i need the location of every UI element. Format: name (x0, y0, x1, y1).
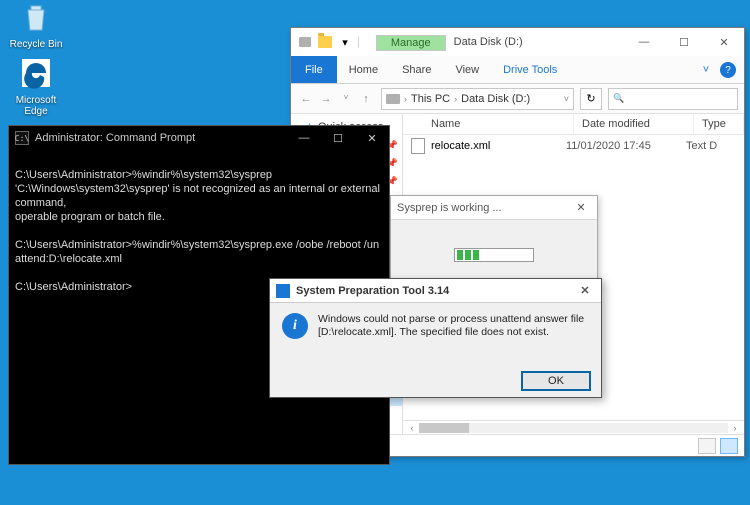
cmd-title-text: Administrator: Command Prompt (35, 132, 287, 144)
column-headers[interactable]: Name Date modified Type (403, 114, 744, 135)
sysprep-titlebar[interactable]: Sysprep is working ... ✕ (391, 196, 597, 220)
recycle-bin-label: Recycle Bin (10, 39, 63, 50)
manage-label[interactable]: Manage (377, 36, 445, 50)
sysprep-title: Sysprep is working ... (397, 202, 502, 214)
nav-forward[interactable]: → (317, 93, 335, 105)
scroll-left[interactable]: ‹ (405, 423, 419, 433)
ok-button[interactable]: OK (521, 371, 591, 391)
help-button[interactable]: ? (720, 62, 736, 78)
qat-sep: | (357, 36, 360, 48)
search-box[interactable]: 🔍 (608, 88, 738, 110)
file-name: relocate.xml (431, 140, 490, 152)
nav-history[interactable]: ˅ (337, 93, 355, 105)
tab-home[interactable]: Home (337, 56, 390, 83)
crumb-drive[interactable]: Data Disk (D:) (461, 93, 530, 105)
file-date: 11/01/2020 17:45 (566, 140, 686, 152)
minimize-button[interactable]: — (624, 28, 664, 56)
refresh-button[interactable]: ↻ (580, 88, 602, 110)
close-button[interactable]: ✕ (704, 28, 744, 56)
cmd-minimize[interactable]: — (287, 126, 321, 150)
sysprep-progress-dialog: Sysprep is working ... ✕ (390, 195, 598, 288)
app-icon (276, 284, 290, 298)
tab-share[interactable]: Share (390, 56, 443, 83)
error-dialog: System Preparation Tool 3.14 ✕ i Windows… (269, 278, 602, 398)
col-type[interactable]: Type (694, 114, 744, 134)
system-menu-icon[interactable] (297, 34, 313, 50)
info-icon: i (282, 313, 308, 339)
qat-folder-icon[interactable] (317, 34, 333, 50)
drive-icon (386, 94, 400, 104)
maximize-button[interactable]: ☐ (664, 28, 704, 56)
tab-view[interactable]: View (443, 56, 491, 83)
col-date[interactable]: Date modified (574, 114, 694, 134)
ribbon-expand[interactable]: ˅ (692, 56, 720, 83)
view-details[interactable] (720, 438, 738, 454)
recycle-bin-icon (18, 0, 54, 36)
nav-up[interactable]: ↑ (357, 93, 375, 105)
cmd-icon: C:\ (15, 131, 29, 145)
error-title: System Preparation Tool 3.14 (296, 285, 449, 297)
file-icon (411, 138, 425, 154)
recycle-bin[interactable]: Recycle Bin (6, 0, 66, 50)
file-row[interactable]: relocate.xml 11/01/2020 17:45 Text D (403, 135, 744, 157)
crumb-sep: › (454, 94, 457, 104)
explorer-titlebar[interactable]: ▾ | Manage Data Disk (D:) — ☐ ✕ (291, 28, 744, 56)
edge-label: Microsoft Edge (16, 95, 57, 117)
search-icon: 🔍 (613, 93, 624, 104)
cmd-output[interactable]: C:\Users\Administrator>%windir%\system32… (9, 150, 389, 298)
window-title: Data Disk (D:) (448, 36, 624, 48)
address-row: ← → ˅ ↑ › This PC › Data Disk (D:) ˅ ↻ 🔍 (291, 84, 744, 114)
crumb-this-pc[interactable]: This PC (411, 93, 450, 105)
error-message: Windows could not parse or process unatt… (318, 313, 589, 339)
error-close[interactable]: ✕ (575, 284, 595, 297)
tab-drive-tools[interactable]: Drive Tools (491, 56, 569, 83)
scroll-track[interactable] (419, 423, 728, 433)
progress-bar (454, 248, 534, 262)
crumb-sep: › (404, 94, 407, 104)
qat-dropdown[interactable]: ▾ (337, 34, 353, 50)
edge-icon (18, 56, 54, 92)
error-titlebar[interactable]: System Preparation Tool 3.14 ✕ (270, 279, 601, 303)
nav-back[interactable]: ← (297, 93, 315, 105)
cmd-close[interactable]: ✕ (355, 126, 389, 150)
contextual-tab-group: Manage (376, 35, 446, 51)
scroll-thumb[interactable] (419, 423, 469, 433)
view-large-icons[interactable] (698, 438, 716, 454)
addr-dropdown[interactable]: ˅ (564, 94, 569, 104)
sysprep-close[interactable]: ✕ (571, 201, 591, 214)
h-scrollbar[interactable]: ‹ › (403, 420, 744, 434)
address-bar[interactable]: › This PC › Data Disk (D:) ˅ (381, 88, 574, 110)
edge-shortcut[interactable]: Microsoft Edge (6, 56, 66, 117)
ribbon: File Home Share View Drive Tools ˅ ? (291, 56, 744, 84)
tab-file[interactable]: File (291, 56, 337, 83)
scroll-right[interactable]: › (728, 423, 742, 433)
col-name[interactable]: Name (403, 114, 574, 134)
file-type: Text D (686, 140, 736, 152)
cmd-maximize[interactable]: ☐ (321, 126, 355, 150)
cmd-titlebar[interactable]: C:\ Administrator: Command Prompt — ☐ ✕ (9, 126, 389, 150)
